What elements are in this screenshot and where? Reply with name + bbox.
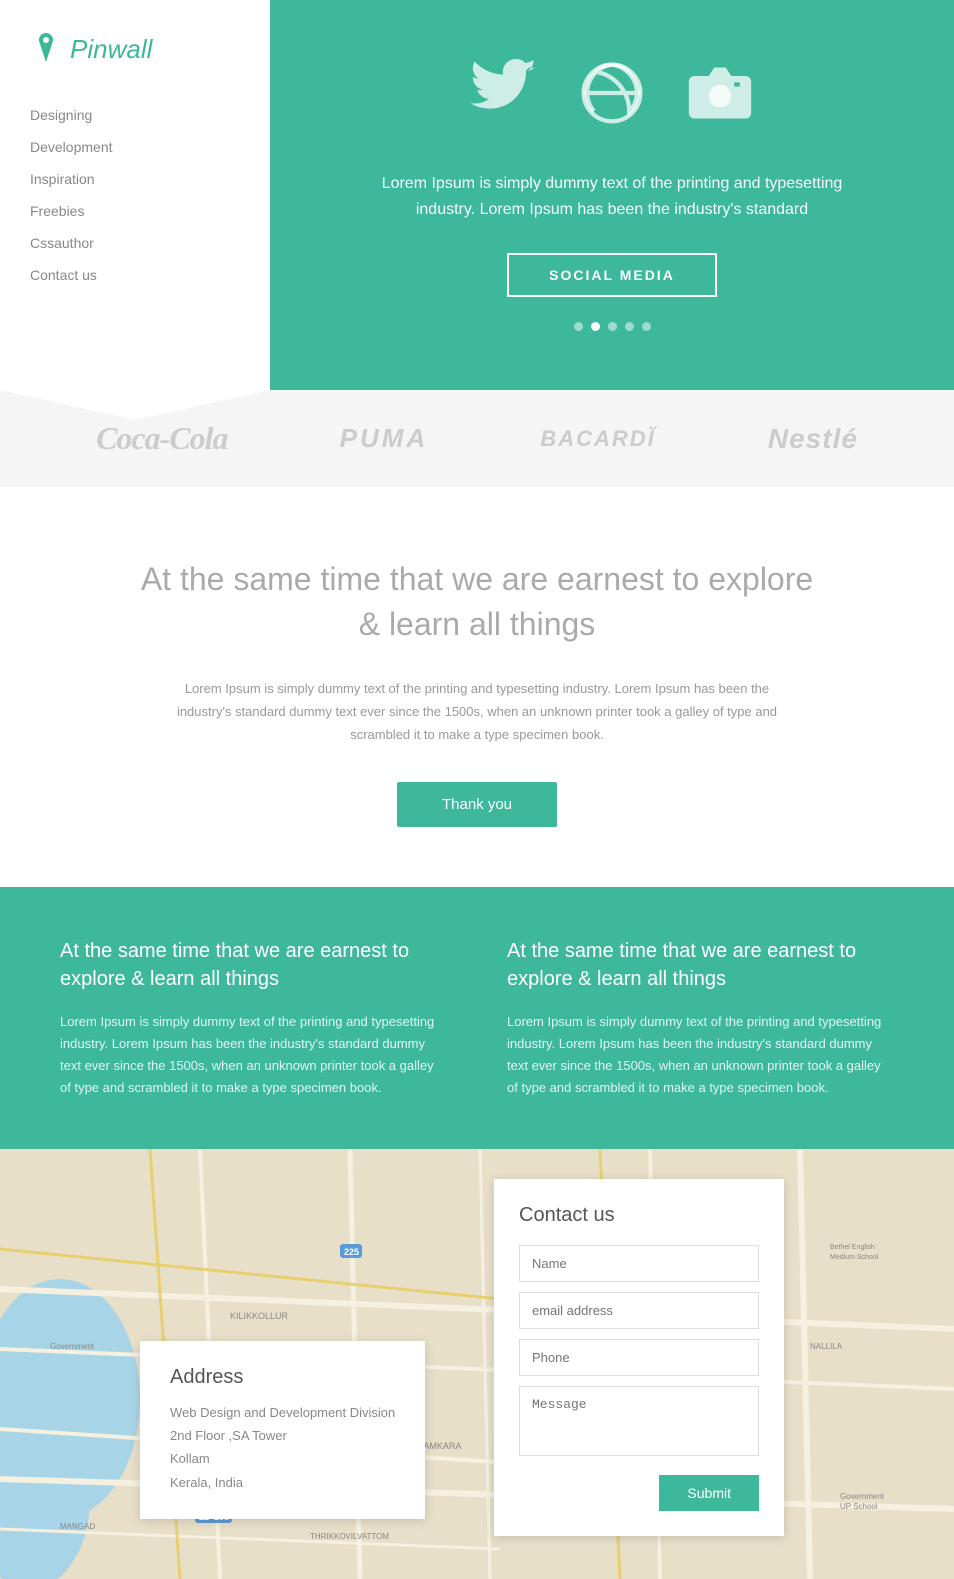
logo-icon: [30, 30, 62, 69]
info-section: At the same time that we are earnest to …: [0, 887, 954, 1149]
about-description: Lorem Ipsum is simply dummy text of the …: [167, 677, 787, 747]
dot-5[interactable]: [642, 322, 651, 331]
contact-title: Contact us: [519, 1204, 759, 1227]
brand-puma: PUMA: [340, 423, 429, 454]
svg-text:KILIKKOLLUR: KILIKKOLLUR: [230, 1311, 289, 1321]
contact-submit-button[interactable]: Submit: [659, 1475, 759, 1511]
contact-phone-input[interactable]: [519, 1339, 759, 1376]
svg-text:Government: Government: [840, 1492, 885, 1501]
brand-nestle: Nestlé: [768, 423, 858, 455]
hero-section: Pinwall Designing Development Inspiratio…: [0, 0, 954, 390]
camera-icon[interactable]: [686, 59, 754, 141]
sidebar: Pinwall Designing Development Inspiratio…: [0, 0, 270, 390]
info-col-2: At the same time that we are earnest to …: [507, 937, 894, 1099]
pagination-dots: [574, 322, 651, 331]
svg-text:Medium School: Medium School: [830, 1254, 879, 1261]
nav-inspiration[interactable]: Inspiration: [30, 163, 240, 195]
dribbble-icon[interactable]: [578, 59, 646, 141]
hero-description: Lorem Ipsum is simply dummy text of the …: [372, 171, 852, 222]
info-col1-body: Lorem Ipsum is simply dummy text of the …: [60, 1011, 447, 1099]
brand-bacardi: BACARDĬ: [540, 426, 655, 452]
map-section: KILIKKOLLUR KOTTAMKARA MAMPUZHA KERALAPU…: [0, 1149, 954, 1579]
svg-text:Government: Government: [50, 1342, 95, 1351]
nav-development[interactable]: Development: [30, 131, 240, 163]
twitter-icon[interactable]: [470, 59, 538, 141]
dot-3[interactable]: [608, 322, 617, 331]
about-section: At the same time that we are earnest to …: [0, 487, 954, 887]
logo: Pinwall: [30, 30, 240, 69]
nav-designing[interactable]: Designing: [30, 99, 240, 131]
nav-contact[interactable]: Contact us: [30, 259, 240, 291]
dot-4[interactable]: [625, 322, 634, 331]
svg-text:THRIKKOVILVATTOM: THRIKKOVILVATTOM: [310, 1532, 389, 1541]
social-icons: [470, 59, 754, 141]
svg-text:MANGAD: MANGAD: [60, 1522, 95, 1531]
dot-2[interactable]: [591, 322, 600, 331]
info-col2-title: At the same time that we are earnest to …: [507, 937, 894, 993]
svg-text:Bethel English: Bethel English: [830, 1244, 875, 1251]
about-title: At the same time that we are earnest to …: [40, 557, 914, 647]
info-col2-body: Lorem Ipsum is simply dummy text of the …: [507, 1011, 894, 1099]
contact-message-input[interactable]: [519, 1386, 759, 1456]
address-card: Address Web Design and Development Divis…: [140, 1341, 425, 1520]
social-media-button[interactable]: SOCIAL MEDIA: [507, 253, 717, 297]
svg-text:NALLILA: NALLILA: [810, 1342, 843, 1351]
contact-card: Contact us Submit: [494, 1179, 784, 1536]
contact-email-input[interactable]: [519, 1292, 759, 1329]
main-nav: Designing Development Inspiration Freebi…: [30, 99, 240, 291]
dot-1[interactable]: [574, 322, 583, 331]
info-col1-title: At the same time that we are earnest to …: [60, 937, 447, 993]
nav-cssauthor[interactable]: Cssauthor: [30, 227, 240, 259]
info-col-1: At the same time that we are earnest to …: [60, 937, 447, 1099]
thank-you-button[interactable]: Thank you: [397, 782, 557, 827]
contact-name-input[interactable]: [519, 1245, 759, 1282]
logo-text: Pinwall: [70, 34, 152, 65]
address-title: Address: [170, 1366, 395, 1389]
svg-text:UP School: UP School: [840, 1502, 878, 1511]
address-details: Web Design and Development Division 2nd …: [170, 1401, 395, 1495]
brand-cocacola: Coca-Cola: [96, 420, 227, 457]
nav-freebies[interactable]: Freebies: [30, 195, 240, 227]
hero-content: Lorem Ipsum is simply dummy text of the …: [270, 0, 954, 390]
svg-text:225: 225: [344, 1247, 359, 1257]
